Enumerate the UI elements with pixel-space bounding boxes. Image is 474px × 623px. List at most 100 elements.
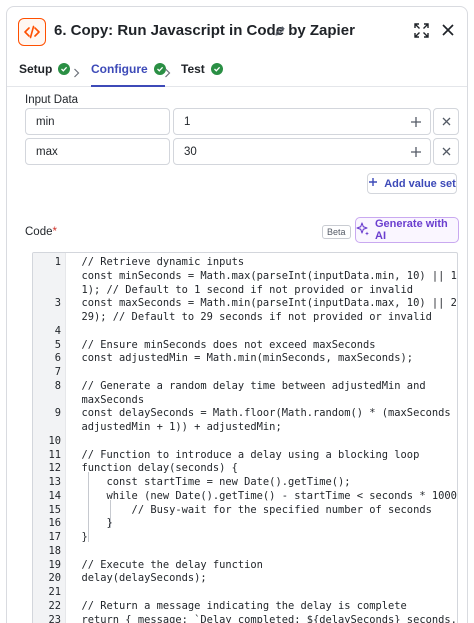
pencil-icon[interactable] <box>274 24 286 42</box>
code-text: 29); // Default to 29 seconds if not pro… <box>69 311 432 323</box>
add-value-set-button[interactable]: Add value set <box>367 173 457 194</box>
insert-data-plus-icon[interactable] <box>406 112 426 132</box>
code-line[interactable]: 11 // Function to introduce a delay usin… <box>33 448 457 462</box>
code-line[interactable]: 21 <box>33 585 457 599</box>
code-line[interactable]: 5 // Ensure minSeconds does not exceed m… <box>33 338 457 352</box>
code-text: return { message: `Delay completed: ${de… <box>69 613 458 623</box>
step-tabs: Setup Configure Test <box>7 53 467 87</box>
code-line[interactable]: 29); // Default to 29 seconds if not pro… <box>33 310 457 324</box>
line-number: 13 <box>48 476 61 488</box>
step-title[interactable]: 6. Copy: Run Javascript in Code by Zapie… <box>54 22 355 39</box>
line-number: 11 <box>48 448 61 461</box>
code-line[interactable]: 12 function delay(seconds) { <box>33 461 457 475</box>
code-text: delay(delaySeconds); <box>69 572 207 585</box>
code-line[interactable]: 6 const adjustedMin = Math.min(minSecond… <box>33 351 457 365</box>
code-line[interactable]: 19 // Execute the delay function <box>33 558 457 572</box>
line-number: 16 <box>48 517 61 530</box>
code-text: } <box>69 517 113 530</box>
line-number: 8 <box>54 379 61 392</box>
code-text: adjustedMin + 1)) + adjustedMin; <box>69 421 282 433</box>
code-line[interactable]: 16 } <box>33 516 457 530</box>
line-number: 14 <box>48 489 61 502</box>
code-text: while (new Date().getTime() - startTime … <box>69 489 458 502</box>
code-line[interactable]: 18 <box>33 544 457 558</box>
code-line[interactable]: 1 // Retrieve dynamic inputs <box>33 255 457 269</box>
tab-configure[interactable]: Configure <box>91 62 166 76</box>
code-line[interactable]: 22 // Return a message indicating the de… <box>33 599 457 613</box>
insert-data-plus-icon[interactable] <box>406 142 426 162</box>
code-line[interactable]: 3 const maxSeconds = Math.min(parseInt(i… <box>33 296 457 310</box>
code-editor[interactable]: 1 // Retrieve dynamic inputs const minSe… <box>32 252 458 623</box>
line-number: 1 <box>54 256 61 268</box>
code-label-text: Code <box>25 226 53 238</box>
remove-row-close-icon[interactable] <box>433 108 459 135</box>
code-line[interactable]: 10 <box>33 434 457 448</box>
code-line[interactable]: 9 const delaySeconds = Math.floor(Math.r… <box>33 406 457 420</box>
add-value-set-label: Add value set <box>384 177 456 190</box>
code-line[interactable]: 23 return { message: `Delay completed: $… <box>33 613 457 623</box>
tab-label: Configure <box>91 62 148 76</box>
code-label: Code* <box>25 226 57 238</box>
line-number: 17 <box>48 531 61 543</box>
close-icon[interactable] <box>439 21 457 39</box>
line-number: 9 <box>54 407 61 420</box>
code-text: // Ensure minSeconds does not exceed max… <box>69 338 376 351</box>
line-number: 18 <box>48 544 61 557</box>
line-number: 20 <box>48 572 61 585</box>
code-line[interactable]: 13 const startTime = new Date().getTime(… <box>33 475 457 489</box>
code-text: maxSeconds <box>69 393 145 406</box>
line-number: 5 <box>54 338 61 351</box>
code-line[interactable]: 1); // Default to 1 second if not provid… <box>33 283 457 297</box>
code-text: // Retrieve dynamic inputs <box>69 256 245 268</box>
remove-row-close-icon[interactable] <box>433 138 459 165</box>
check-circle-icon <box>58 63 71 75</box>
input-key-field[interactable]: min <box>25 108 170 135</box>
line-number: 10 <box>48 434 61 447</box>
code-text: // Execute the delay function <box>69 558 263 571</box>
code-line[interactable]: const minSeconds = Math.max(parseInt(inp… <box>33 269 458 283</box>
input-key-field[interactable]: max <box>25 138 170 165</box>
line-number: 21 <box>48 586 61 598</box>
code-text: // Return a message indicating the delay… <box>69 599 407 612</box>
tab-test[interactable]: Test <box>181 62 223 76</box>
chevron-right-icon <box>164 65 171 83</box>
tab-label: Test <box>181 62 205 76</box>
generate-with-ai-button[interactable]: Generate with AI <box>355 217 459 243</box>
code-line[interactable]: maxSeconds <box>33 393 457 407</box>
input-data-label: Input Data <box>25 94 79 106</box>
plus-icon <box>368 177 378 190</box>
code-line[interactable]: 7 <box>33 365 457 379</box>
code-line[interactable]: 20 delay(delaySeconds); <box>33 571 457 585</box>
tab-setup[interactable]: Setup <box>19 62 71 76</box>
panel-header: 6. Copy: Run Javascript in Code by Zapie… <box>7 7 467 53</box>
active-tab-indicator <box>91 85 165 87</box>
input-value-field[interactable]: 1 <box>173 108 431 135</box>
line-number: 4 <box>54 324 61 337</box>
check-circle-icon <box>210 63 223 75</box>
line-number: 19 <box>48 558 61 571</box>
code-line[interactable]: adjustedMin + 1)) + adjustedMin; <box>33 420 457 434</box>
code-text: function delay(seconds) { <box>69 462 238 475</box>
line-number: 6 <box>54 352 61 365</box>
beta-badge: Beta <box>322 225 351 239</box>
step-editor-panel: 6. Copy: Run Javascript in Code by Zapie… <box>6 6 468 623</box>
code-line[interactable]: 8 // Generate a random delay time betwee… <box>33 379 457 393</box>
code-text: // Busy-wait for the specified number of… <box>69 503 432 516</box>
line-number: 7 <box>54 366 61 378</box>
line-number: 3 <box>54 297 61 310</box>
code-text: const delaySeconds = Math.floor(Math.ran… <box>69 407 458 420</box>
code-line[interactable]: 17 } <box>33 530 457 544</box>
code-text: const minSeconds = Math.max(parseInt(inp… <box>69 269 458 282</box>
code-line[interactable]: 15 // Busy-wait for the specified number… <box>33 503 457 517</box>
line-number: 12 <box>48 462 61 475</box>
line-number: 15 <box>48 503 61 516</box>
line-number: 22 <box>48 599 61 612</box>
code-text: 1); // Default to 1 second if not provid… <box>69 283 414 296</box>
expand-icon[interactable] <box>412 21 430 39</box>
sparkle-icon <box>356 221 370 239</box>
input-value-field[interactable]: 30 <box>173 138 431 165</box>
code-text: const maxSeconds = Math.min(parseInt(inp… <box>69 297 458 310</box>
code-text: } <box>69 531 88 543</box>
code-line[interactable]: 4 <box>33 324 457 338</box>
code-line[interactable]: 14 while (new Date().getTime() - startTi… <box>33 489 457 503</box>
